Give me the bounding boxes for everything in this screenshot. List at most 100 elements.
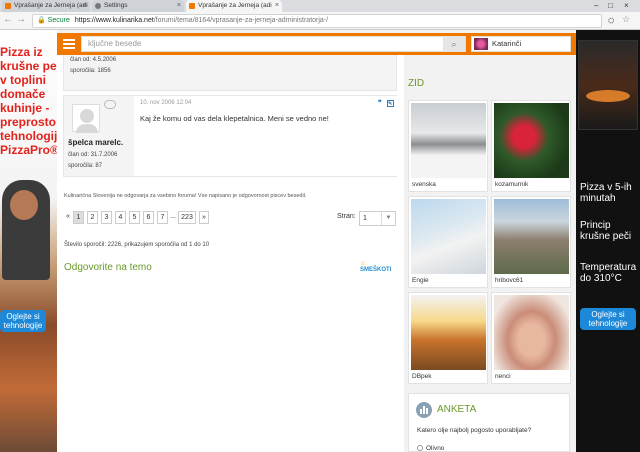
tile-image xyxy=(494,295,569,370)
forward-arrow-icon[interactable]: → xyxy=(16,14,26,25)
close-icon[interactable]: × xyxy=(275,0,279,12)
back-arrow-icon[interactable]: ← xyxy=(3,14,13,25)
url-input[interactable]: 🔒 Secure https://www.kulinarika.net/foru… xyxy=(32,14,602,28)
minimize-icon[interactable]: – xyxy=(594,0,598,12)
chat-badge-icon xyxy=(104,100,116,109)
close-icon[interactable]: × xyxy=(83,0,87,12)
tile-name: Engie xyxy=(412,277,429,284)
browser-tab-active[interactable]: Vprašanje za Jerneja (adi × xyxy=(186,0,282,12)
zid-tile[interactable]: kozamurnik xyxy=(491,100,571,192)
edit-icon[interactable]: ✎ xyxy=(387,100,394,107)
poll-title: ANKETA xyxy=(437,404,477,415)
ad-line: Pizza v 5-ih minutah xyxy=(580,182,632,204)
star-icon[interactable]: ☆ xyxy=(622,14,630,25)
post-username[interactable]: špelca marelc. xyxy=(68,138,123,147)
ad-cta-button[interactable]: Oglejte si tehnologije xyxy=(580,308,636,330)
pizza-image xyxy=(586,90,630,102)
maximize-icon[interactable]: □ xyxy=(608,0,613,12)
page-link-last[interactable]: 223 xyxy=(178,211,196,224)
close-icon[interactable]: × xyxy=(177,0,181,12)
lock-icon: 🔒 xyxy=(37,17,46,24)
tile-name: hribovc61 xyxy=(495,277,524,284)
zid-tile[interactable]: hribovc61 xyxy=(491,196,571,288)
browser-tab[interactable]: Settings × xyxy=(92,0,184,12)
previous-post: član od: 4.5.2006 sporočila: 1856 xyxy=(63,55,397,91)
right-ad-banner[interactable]: Pizza v 5-ih minutah Princip krušne peči… xyxy=(576,30,640,452)
post-date: 10. nov 2006 12:04 xyxy=(140,100,192,106)
translate-icon[interactable]: ⛭ xyxy=(608,16,614,26)
member-since: član od: 31.7.2006 xyxy=(68,152,118,158)
member-since: član od: 4.5.2006 xyxy=(70,57,117,63)
url-path: /forumi/tema/8164/vprasanje-za-jerneja-a… xyxy=(153,17,329,24)
zid-tile[interactable]: Engie xyxy=(408,196,488,288)
search-icon[interactable]: ⌕ xyxy=(443,36,465,52)
search-input[interactable]: ključne besede xyxy=(81,36,466,52)
chef-head xyxy=(10,190,38,220)
next-page-button[interactable]: » xyxy=(199,211,209,224)
forum-post: špelca marelc. član od: 31.7.2006 sporoč… xyxy=(63,95,398,177)
poll-option[interactable]: Olivno xyxy=(417,445,444,452)
disclaimer: Kulinarična Slovenija ne odgovarja za vs… xyxy=(64,193,307,199)
tile-image xyxy=(411,199,486,274)
url-host: https://www.kulinarika.net xyxy=(74,17,154,24)
radio-icon[interactable] xyxy=(417,445,423,451)
page-select[interactable]: 1 ▼ xyxy=(359,211,396,226)
prev-page-button[interactable]: « xyxy=(64,211,72,224)
zid-tile[interactable]: nenci xyxy=(491,292,571,384)
tile-image xyxy=(494,103,569,178)
page-link[interactable]: 3 xyxy=(101,211,112,224)
page-link[interactable]: 6 xyxy=(143,211,154,224)
quote-icon[interactable]: ❞ xyxy=(378,100,385,107)
page-select-label: Stran: xyxy=(337,213,356,220)
zid-heading: ZID xyxy=(408,78,425,89)
page-link-current[interactable]: 1 xyxy=(73,211,84,224)
gear-icon xyxy=(95,3,101,9)
ad-text: Pizza iz krušne peči v toplini domače ku… xyxy=(0,45,57,157)
smiley-link[interactable]: ☺SMEŠKOTI xyxy=(360,261,396,273)
zid-tile[interactable]: DBpek xyxy=(408,292,488,384)
tab-label: Vprašanje za Jerneja (adi xyxy=(198,2,272,9)
user-name: Katarinči xyxy=(492,39,522,48)
tab-label: Settings xyxy=(104,2,128,9)
oven-image xyxy=(578,40,638,130)
chevron-down-icon: ▼ xyxy=(381,212,395,225)
poll-option-label: Olivno xyxy=(426,445,445,452)
message-count: Število sporočil: 2226, prikazujem sporo… xyxy=(64,242,210,248)
search-placeholder: ključne besede xyxy=(88,39,142,48)
address-bar: ← → 🔒 Secure https://www.kulinarika.net/… xyxy=(0,12,640,30)
ad-line: Temperatura do 310°C xyxy=(580,262,637,284)
reply-link[interactable]: Odgovorite na temo xyxy=(64,262,152,273)
secure-label: Secure xyxy=(47,17,70,24)
page-select-value: 1 xyxy=(363,215,367,222)
post-text: Kaj že komu od vas dela klepetalnica. Me… xyxy=(140,114,329,123)
bar-chart-icon xyxy=(416,402,432,418)
post-count: sporočila: 1856 xyxy=(70,68,111,74)
menu-icon[interactable] xyxy=(60,36,77,52)
left-ad-banner[interactable]: Pizza iz krušne peči v toplini domače ku… xyxy=(0,30,57,452)
close-window-icon[interactable]: × xyxy=(624,0,629,12)
page-link[interactable]: 5 xyxy=(129,211,140,224)
browser-tab[interactable]: Vprašanje za Jerneja (adi × xyxy=(2,0,90,12)
tile-name: nenci xyxy=(495,373,511,380)
forum-main: član od: 4.5.2006 sporočila: 1856 špelca… xyxy=(57,55,404,452)
page-link[interactable]: 4 xyxy=(115,211,126,224)
user-menu[interactable]: Katarinči xyxy=(471,36,571,52)
avatar[interactable] xyxy=(72,104,100,133)
poll-question: Katero olje najbolj pogosto uporabljate? xyxy=(417,427,532,434)
post-body: 10. nov 2006 12:04 ❞ ✎ Kaj že komu od va… xyxy=(134,96,398,176)
tile-name: svenska xyxy=(412,181,436,188)
site-favicon-icon xyxy=(5,3,11,9)
tab-label: Vprašanje za Jerneja (adi xyxy=(14,2,88,9)
site-header: ključne besede ⌕ Katarinči xyxy=(57,33,576,55)
tile-name: DBpek xyxy=(412,373,432,380)
poll-box: ANKETA Katero olje najbolj pogosto upora… xyxy=(408,393,570,452)
site-favicon-icon xyxy=(189,3,195,9)
page-link[interactable]: 7 xyxy=(157,211,168,224)
browser-tab-bar: Vprašanje za Jerneja (adi × Settings × V… xyxy=(0,0,640,12)
ad-cta-button[interactable]: Oglejte si tehnologije xyxy=(0,310,46,332)
avatar xyxy=(474,38,488,50)
zid-tile[interactable]: svenska xyxy=(408,100,488,192)
page-link[interactable]: 2 xyxy=(87,211,98,224)
post-count: sporočila: 87 xyxy=(68,163,103,169)
tile-image xyxy=(411,295,486,370)
